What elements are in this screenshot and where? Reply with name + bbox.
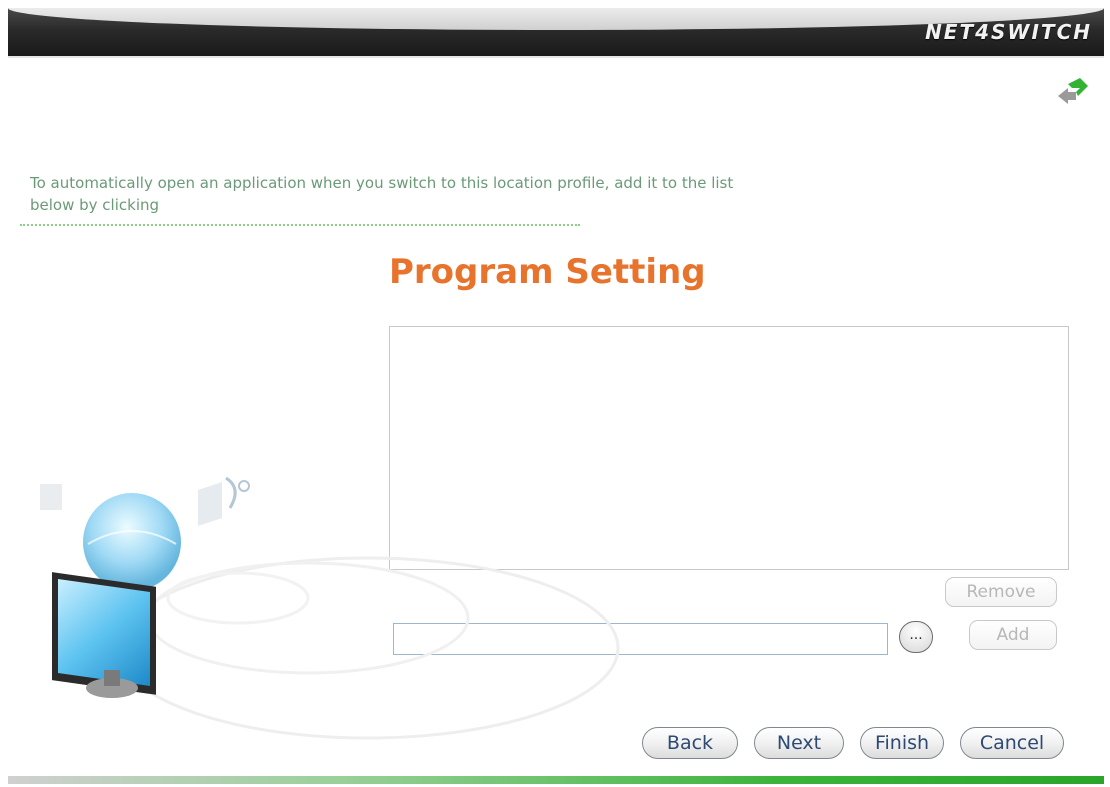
divider [20,224,580,226]
wizard-window: NET4SWITCH To automatically open an appl… [8,8,1104,784]
page-title: Program Setting [389,252,706,292]
finish-button[interactable]: Finish [860,727,944,759]
instruction-text: To automatically open an application whe… [30,174,734,214]
switch-arrows-icon [1058,78,1088,104]
back-button[interactable]: Back [642,727,738,759]
title-bar: NET4SWITCH [8,8,1104,58]
remove-button[interactable]: Remove [945,577,1057,607]
footer-accent-strip [8,776,1104,784]
brand-logo-text: NET4SWITCH [925,20,1092,44]
network-computer-illustration [40,476,620,740]
cancel-button[interactable]: Cancel [960,727,1064,759]
browse-button[interactable]: ... [899,621,933,653]
next-button[interactable]: Next [754,727,844,759]
add-button[interactable]: Add [969,620,1057,650]
